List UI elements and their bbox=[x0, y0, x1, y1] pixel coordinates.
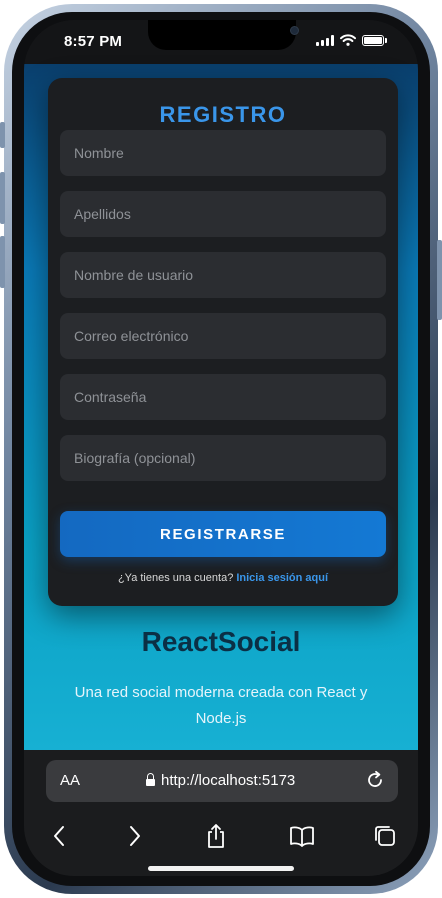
browser-toolbar: AA http://localhost:5173 bbox=[24, 750, 418, 876]
form-title: REGISTRO bbox=[159, 102, 287, 127]
text-size-label: AA bbox=[60, 772, 81, 789]
url-display[interactable]: http://localhost:5173 bbox=[146, 772, 295, 789]
password-input[interactable] bbox=[72, 388, 374, 406]
login-link[interactable]: Inicia sesión aquí bbox=[236, 572, 328, 584]
tabs-icon[interactable] bbox=[370, 822, 400, 850]
brand-name: ReactSocial bbox=[141, 626, 301, 657]
status-time: 8:57 PM bbox=[64, 33, 123, 50]
email-input[interactable] bbox=[72, 327, 374, 345]
home-indicator[interactable] bbox=[148, 866, 294, 871]
brand-tagline: Una red social moderna creada con React … bbox=[74, 684, 368, 727]
share-icon[interactable] bbox=[201, 822, 231, 850]
name-field[interactable] bbox=[60, 130, 386, 176]
bio-field[interactable] bbox=[60, 435, 386, 481]
back-icon[interactable] bbox=[44, 822, 74, 850]
notch bbox=[148, 20, 299, 50]
reload-icon[interactable] bbox=[364, 769, 386, 791]
power-button bbox=[437, 240, 442, 320]
screen: 8:57 PM REGISTRO Nombre Apellidos Nombre… bbox=[24, 20, 418, 876]
status-bar: 8:57 PM bbox=[24, 20, 418, 64]
page-content: REGISTRO REGISTRARSE ¿Ya tienes una cu bbox=[24, 64, 418, 750]
front-camera bbox=[290, 26, 299, 35]
login-prompt-line: ¿Ya tienes una cuenta? Inicia sesión aquí bbox=[48, 572, 398, 584]
text-size-button[interactable]: AA bbox=[60, 772, 80, 789]
login-prompt-text: ¿Ya tienes una cuenta? bbox=[117, 572, 234, 584]
signal-icon bbox=[316, 34, 334, 46]
browser-nav-bar bbox=[24, 816, 418, 856]
address-bar[interactable]: AA http://localhost:5173 bbox=[46, 760, 398, 802]
email-field[interactable] bbox=[60, 313, 386, 359]
wifi-icon bbox=[340, 34, 356, 46]
lastname-input[interactable] bbox=[72, 205, 374, 223]
register-button[interactable]: REGISTRARSE bbox=[60, 511, 386, 557]
url-text: http://localhost:5173 bbox=[161, 772, 296, 789]
bookmarks-icon[interactable] bbox=[287, 822, 317, 850]
forward-icon[interactable] bbox=[120, 822, 150, 850]
lock-icon bbox=[146, 773, 155, 786]
battery-icon bbox=[362, 34, 387, 46]
volume-down-button bbox=[0, 236, 5, 288]
status-icons bbox=[316, 34, 387, 46]
password-field[interactable] bbox=[60, 374, 386, 420]
username-input[interactable] bbox=[72, 266, 374, 284]
register-card: REGISTRO REGISTRARSE ¿Ya tienes una cu bbox=[48, 78, 398, 606]
volume-up-button bbox=[0, 172, 5, 224]
silent-switch bbox=[0, 122, 5, 148]
lastname-field[interactable] bbox=[60, 191, 386, 237]
username-field[interactable] bbox=[60, 252, 386, 298]
bio-input[interactable] bbox=[72, 449, 374, 467]
name-input[interactable] bbox=[72, 144, 374, 162]
